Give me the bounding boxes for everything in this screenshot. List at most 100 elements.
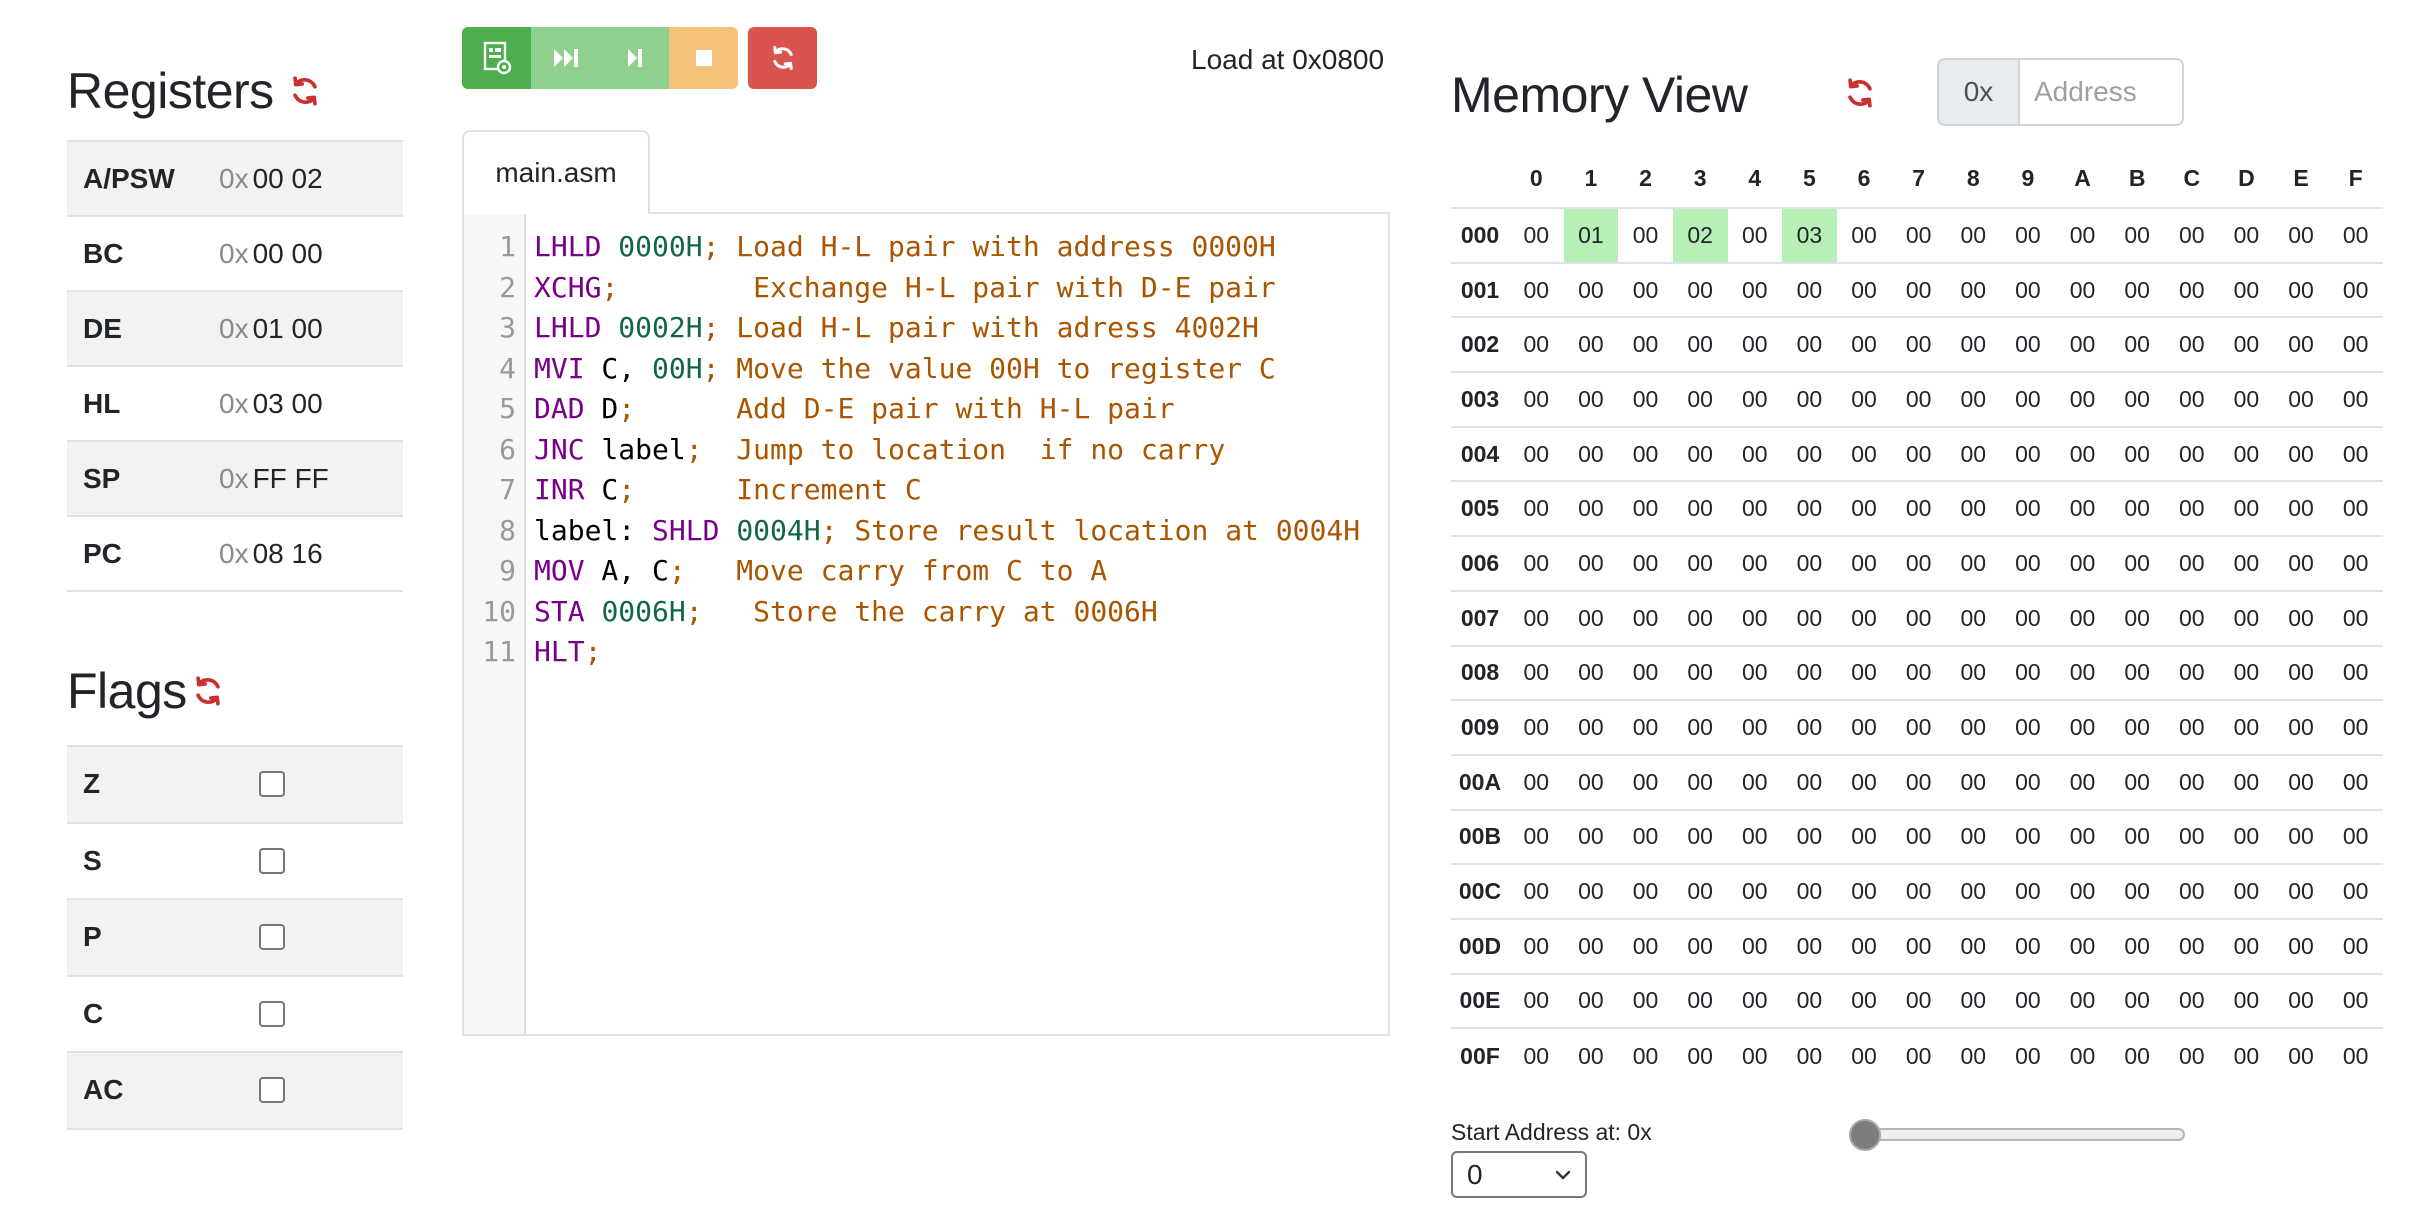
memory-cell[interactable]: 00 xyxy=(1837,536,1892,591)
memory-cell[interactable]: 00 xyxy=(1837,372,1892,427)
code-line[interactable]: LHLD 0002H; Load H-L pair with adress 40… xyxy=(534,308,1360,349)
memory-cell[interactable]: 00 xyxy=(1564,864,1619,919)
memory-cell[interactable]: 00 xyxy=(2055,1028,2110,1083)
memory-cell[interactable]: 00 xyxy=(1509,372,1564,427)
memory-cell[interactable]: 00 xyxy=(2328,810,2383,865)
memory-cell[interactable]: 00 xyxy=(1891,427,1946,482)
memory-cell[interactable]: 00 xyxy=(1837,919,1892,974)
memory-cell[interactable]: 00 xyxy=(1837,481,1892,536)
memory-cell[interactable]: 00 xyxy=(2165,481,2220,536)
memory-cell[interactable]: 00 xyxy=(1509,646,1564,701)
flag-checkbox[interactable] xyxy=(259,771,285,798)
memory-cell[interactable]: 00 xyxy=(1509,536,1564,591)
memory-cell[interactable]: 00 xyxy=(2274,646,2329,701)
memory-cell[interactable]: 00 xyxy=(2328,919,2383,974)
memory-cell[interactable]: 00 xyxy=(1618,1028,1673,1083)
memory-cell[interactable]: 00 xyxy=(1837,864,1892,919)
memory-cell[interactable]: 00 xyxy=(2055,317,2110,372)
memory-cell[interactable]: 00 xyxy=(1782,263,1837,318)
memory-cell[interactable]: 00 xyxy=(1673,263,1728,318)
memory-cell[interactable]: 00 xyxy=(1509,864,1564,919)
memory-cell[interactable]: 00 xyxy=(1564,646,1619,701)
memory-cell[interactable]: 00 xyxy=(1837,755,1892,810)
memory-cell[interactable]: 00 xyxy=(1564,536,1619,591)
memory-cell[interactable]: 00 xyxy=(2055,974,2110,1029)
memory-cell[interactable]: 00 xyxy=(1673,481,1728,536)
memory-cell[interactable]: 00 xyxy=(1618,919,1673,974)
memory-cell[interactable]: 00 xyxy=(2328,317,2383,372)
memory-cell[interactable]: 00 xyxy=(2110,919,2165,974)
flag-checkbox[interactable] xyxy=(259,1000,285,1027)
memory-cell[interactable]: 00 xyxy=(1509,263,1564,318)
memory-cell[interactable]: 00 xyxy=(2001,864,2056,919)
memory-cell[interactable]: 00 xyxy=(2274,208,2329,263)
memory-cell[interactable]: 00 xyxy=(2001,646,2056,701)
memory-cell[interactable]: 00 xyxy=(1837,646,1892,701)
code-line[interactable]: STA 0006H; Store the carry at 0006H xyxy=(534,592,1360,633)
memory-cell[interactable]: 00 xyxy=(1837,700,1892,755)
memory-cell[interactable]: 00 xyxy=(1673,427,1728,482)
memory-cell[interactable]: 00 xyxy=(1509,919,1564,974)
memory-cell[interactable]: 00 xyxy=(2274,864,2329,919)
memory-cell[interactable]: 00 xyxy=(1891,372,1946,427)
code-line[interactable]: DAD D; Add D-E pair with H-L pair xyxy=(534,389,1360,430)
memory-cell[interactable]: 00 xyxy=(2001,810,2056,865)
code-line[interactable]: INR C; Increment C xyxy=(534,470,1360,511)
memory-cell[interactable]: 00 xyxy=(2274,263,2329,318)
memory-cell[interactable]: 00 xyxy=(1728,1028,1783,1083)
memory-cell[interactable]: 00 xyxy=(2165,317,2220,372)
memory-cell[interactable]: 00 xyxy=(1673,536,1728,591)
memory-cell[interactable]: 00 xyxy=(1673,317,1728,372)
memory-cell[interactable]: 00 xyxy=(1564,481,1619,536)
memory-cell[interactable]: 00 xyxy=(2274,372,2329,427)
memory-cell[interactable]: 00 xyxy=(2219,536,2274,591)
memory-cell[interactable]: 00 xyxy=(2274,536,2329,591)
address-input[interactable] xyxy=(2020,58,2184,126)
memory-cell[interactable]: 00 xyxy=(1891,919,1946,974)
memory-cell[interactable]: 00 xyxy=(2165,1028,2220,1083)
tab-main-asm[interactable]: main.asm xyxy=(462,130,650,214)
memory-cell[interactable]: 00 xyxy=(2110,317,2165,372)
memory-cell[interactable]: 00 xyxy=(1618,864,1673,919)
memory-cell[interactable]: 00 xyxy=(2274,755,2329,810)
memory-cell[interactable]: 00 xyxy=(1946,919,2001,974)
memory-cell[interactable]: 00 xyxy=(2055,755,2110,810)
memory-cell[interactable]: 00 xyxy=(2328,864,2383,919)
memory-cell[interactable]: 00 xyxy=(1509,591,1564,646)
memory-cell[interactable]: 00 xyxy=(1946,1028,2001,1083)
memory-cell[interactable]: 00 xyxy=(2219,974,2274,1029)
memory-cell[interactable]: 00 xyxy=(1946,536,2001,591)
memory-cell[interactable]: 00 xyxy=(2110,974,2165,1029)
memory-cell[interactable]: 00 xyxy=(1946,700,2001,755)
flag-checkbox[interactable] xyxy=(259,1077,285,1104)
memory-cell[interactable]: 00 xyxy=(2055,919,2110,974)
memory-cell[interactable]: 00 xyxy=(2219,263,2274,318)
memory-cell[interactable]: 00 xyxy=(2219,481,2274,536)
memory-cell[interactable]: 00 xyxy=(1891,646,1946,701)
memory-cell[interactable]: 00 xyxy=(2110,755,2165,810)
memory-cell[interactable]: 00 xyxy=(1782,700,1837,755)
stop-button[interactable] xyxy=(669,27,738,89)
memory-cell[interactable]: 00 xyxy=(2110,481,2165,536)
memory-cell[interactable]: 00 xyxy=(2165,755,2220,810)
memory-cell[interactable]: 00 xyxy=(1728,591,1783,646)
memory-cell[interactable]: 00 xyxy=(2001,1028,2056,1083)
memory-cell[interactable]: 00 xyxy=(1891,700,1946,755)
memory-cell[interactable]: 00 xyxy=(2165,810,2220,865)
memory-cell[interactable]: 00 xyxy=(1673,755,1728,810)
memory-cell[interactable]: 00 xyxy=(1891,810,1946,865)
memory-cell[interactable]: 00 xyxy=(2165,919,2220,974)
memory-cell[interactable]: 00 xyxy=(2055,810,2110,865)
memory-cell[interactable]: 00 xyxy=(2055,536,2110,591)
memory-cell[interactable]: 00 xyxy=(1509,974,1564,1029)
assemble-button[interactable] xyxy=(462,27,531,89)
memory-cell[interactable]: 00 xyxy=(1946,974,2001,1029)
memory-cell[interactable]: 00 xyxy=(2328,208,2383,263)
memory-cell[interactable]: 00 xyxy=(2001,591,2056,646)
memory-cell[interactable]: 00 xyxy=(1618,372,1673,427)
memory-cell[interactable]: 03 xyxy=(1782,208,1837,263)
memory-cell[interactable]: 00 xyxy=(1891,591,1946,646)
memory-cell[interactable]: 00 xyxy=(1618,755,1673,810)
memory-cell[interactable]: 00 xyxy=(2001,481,2056,536)
memory-cell[interactable]: 00 xyxy=(2274,317,2329,372)
